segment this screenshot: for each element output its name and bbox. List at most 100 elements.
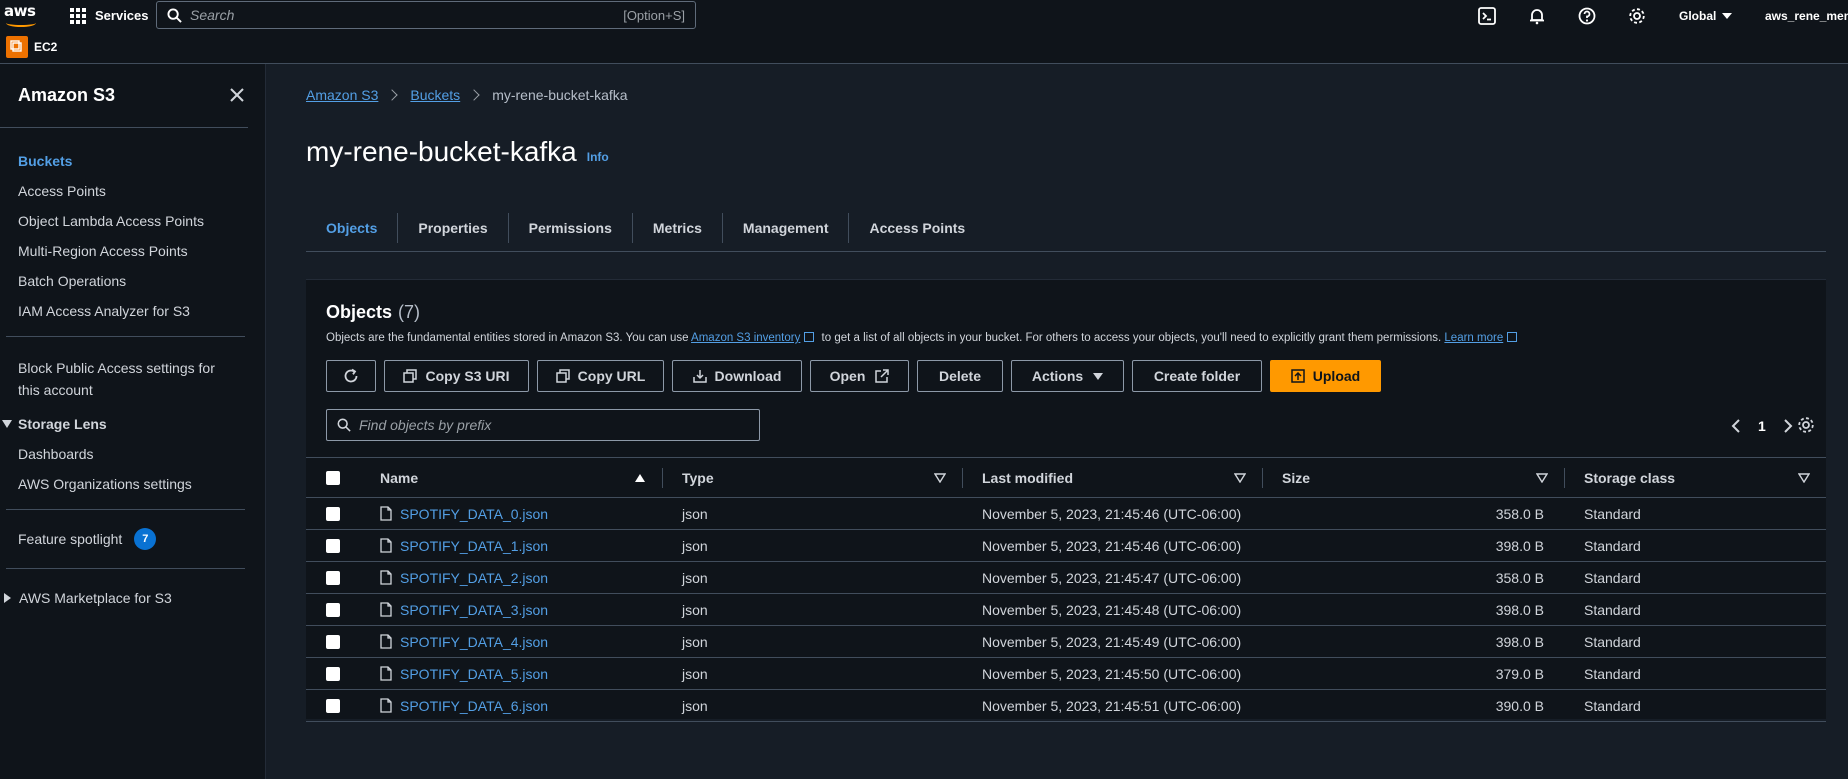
caret-down-icon — [2, 420, 12, 428]
object-filter-box[interactable] — [326, 409, 760, 441]
actions-dropdown-button[interactable]: Actions — [1011, 360, 1124, 392]
account-name: aws_rene_mendoza — [1765, 8, 1848, 23]
file-icon — [380, 570, 392, 585]
bucket-tabs: Objects Properties Permissions Metrics M… — [306, 204, 1826, 252]
chevron-left-icon[interactable] — [1730, 418, 1742, 434]
aws-logo[interactable]: aws — [4, 0, 44, 31]
breadcrumb-current: my-rene-bucket-kafka — [492, 87, 628, 103]
region-selector[interactable]: Global — [1679, 0, 1733, 31]
tab-objects[interactable]: Objects — [306, 212, 399, 243]
main-content: Amazon S3 Buckets my-rene-bucket-kafka m… — [266, 64, 1848, 779]
learn-more-link[interactable]: Learn more — [1444, 332, 1503, 344]
caret-down-icon — [1093, 372, 1104, 380]
object-type: json — [682, 697, 708, 714]
tab-access-points[interactable]: Access Points — [849, 213, 985, 243]
open-button[interactable]: Open — [810, 360, 909, 392]
sidebar-item-feature-spotlight[interactable]: Feature spotlight 7 — [0, 524, 265, 554]
objects-count: (7) — [398, 302, 421, 322]
table-preferences-gear-icon[interactable] — [1797, 416, 1815, 434]
settings-gear-icon[interactable] — [1626, 5, 1648, 27]
global-search-box[interactable]: [Option+S] — [156, 1, 696, 29]
sidebar-section-storage-lens[interactable]: Storage Lens — [0, 409, 265, 439]
row-checkbox[interactable] — [326, 538, 340, 553]
sidebar-item-access-points[interactable]: Access Points — [0, 176, 265, 206]
tab-management[interactable]: Management — [723, 212, 850, 243]
table-header-row: Name Type Last modified Size Storage cla… — [306, 458, 1826, 498]
service-shortcut-bar: EC2 — [0, 31, 1848, 64]
services-label: Services — [95, 8, 149, 23]
tab-permissions[interactable]: Permissions — [509, 212, 633, 243]
column-header-name[interactable]: Name — [360, 458, 662, 498]
refresh-button[interactable] — [326, 360, 376, 392]
object-prefix-search-input[interactable] — [359, 417, 759, 433]
object-name-link[interactable]: SPOTIFY_DATA_1.json — [400, 538, 548, 554]
sidebar-item-aws-organizations-settings[interactable]: AWS Organizations settings — [0, 469, 265, 499]
row-checkbox[interactable] — [326, 698, 340, 713]
sidebar-divider — [6, 568, 245, 569]
delete-button[interactable]: Delete — [917, 360, 1003, 392]
file-icon — [380, 666, 392, 681]
object-name-link[interactable]: SPOTIFY_DATA_2.json — [400, 570, 548, 586]
chevron-right-icon[interactable] — [1782, 418, 1794, 434]
tab-metrics[interactable]: Metrics — [633, 212, 723, 243]
column-header-storage-class[interactable]: Storage class — [1564, 458, 1826, 498]
s3-inventory-link[interactable]: Amazon S3 inventory — [691, 332, 800, 344]
global-search-input[interactable] — [190, 7, 624, 23]
close-icon[interactable] — [228, 86, 246, 104]
object-name-link[interactable]: SPOTIFY_DATA_6.json — [400, 698, 548, 714]
object-name-link[interactable]: SPOTIFY_DATA_5.json — [400, 666, 548, 682]
top-navigation: aws Services [Option+S] Global aws_rene_… — [0, 0, 1848, 31]
row-checkbox[interactable] — [326, 602, 340, 617]
delete-label: Delete — [938, 368, 982, 384]
create-folder-button[interactable]: Create folder — [1132, 360, 1262, 392]
column-header-size[interactable]: Size — [1262, 458, 1564, 498]
caret-down-icon — [1722, 12, 1733, 19]
copy-s3-uri-button[interactable]: Copy S3 URI — [384, 360, 529, 392]
sidebar-item-block-public-access[interactable]: Block Public Access settings for this ac… — [0, 351, 240, 405]
row-checkbox[interactable] — [326, 506, 340, 521]
object-name-link[interactable]: SPOTIFY_DATA_3.json — [400, 602, 548, 618]
column-type-label: Type — [682, 469, 714, 486]
cloudshell-icon[interactable] — [1476, 5, 1498, 27]
open-label: Open — [829, 368, 866, 384]
account-menu[interactable]: aws_rene_mendoza — [1765, 0, 1848, 31]
external-link-icon — [875, 369, 890, 383]
breadcrumb-buckets[interactable]: Buckets — [410, 87, 460, 103]
upload-button[interactable]: Upload — [1270, 360, 1381, 392]
column-header-last-modified[interactable]: Last modified — [962, 458, 1262, 498]
notifications-bell-icon[interactable] — [1526, 5, 1548, 27]
copy-url-button[interactable]: Copy URL — [537, 360, 664, 392]
sidebar-item-batch-operations[interactable]: Batch Operations — [0, 266, 265, 296]
help-icon[interactable] — [1576, 5, 1598, 27]
object-type: json — [682, 633, 708, 650]
row-checkbox[interactable] — [326, 634, 340, 649]
sidebar-item-dashboards[interactable]: Dashboards — [0, 439, 265, 469]
sidebar-item-iam-access-analyzer[interactable]: IAM Access Analyzer for S3 — [0, 296, 265, 326]
tab-properties[interactable]: Properties — [398, 212, 509, 243]
services-menu-button[interactable]: Services — [70, 0, 149, 31]
refresh-icon — [344, 368, 358, 383]
object-type: json — [682, 505, 708, 522]
sidebar-item-multi-region-access-points[interactable]: Multi-Region Access Points — [0, 236, 265, 266]
page-number[interactable]: 1 — [1758, 418, 1766, 434]
sidebar-section-marketplace[interactable]: AWS Marketplace for S3 — [0, 583, 265, 613]
description-text: Objects are the fundamental entities sto… — [326, 332, 692, 344]
sort-ascending-icon — [635, 473, 645, 482]
sidebar-item-buckets[interactable]: Buckets — [0, 146, 265, 176]
ec2-service-icon[interactable] — [6, 36, 28, 58]
row-checkbox[interactable] — [326, 666, 340, 681]
feature-spotlight-count-badge: 7 — [134, 528, 157, 550]
object-name-link[interactable]: SPOTIFY_DATA_0.json — [400, 506, 548, 522]
breadcrumb-amazon-s3[interactable]: Amazon S3 — [306, 87, 378, 103]
download-label: Download — [714, 368, 782, 384]
row-checkbox[interactable] — [326, 570, 340, 585]
column-header-type[interactable]: Type — [662, 458, 962, 498]
object-name-link[interactable]: SPOTIFY_DATA_4.json — [400, 634, 548, 650]
sidebar-item-object-lambda-access-points[interactable]: Object Lambda Access Points — [0, 206, 265, 236]
object-storage-class: Standard — [1584, 537, 1641, 554]
select-all-checkbox[interactable] — [326, 470, 340, 485]
download-button[interactable]: Download — [672, 360, 802, 392]
ec2-shortcut-label[interactable]: EC2 — [34, 40, 57, 54]
info-link[interactable]: Info — [587, 150, 609, 164]
objects-description: Objects are the fundamental entities sto… — [326, 331, 1521, 344]
